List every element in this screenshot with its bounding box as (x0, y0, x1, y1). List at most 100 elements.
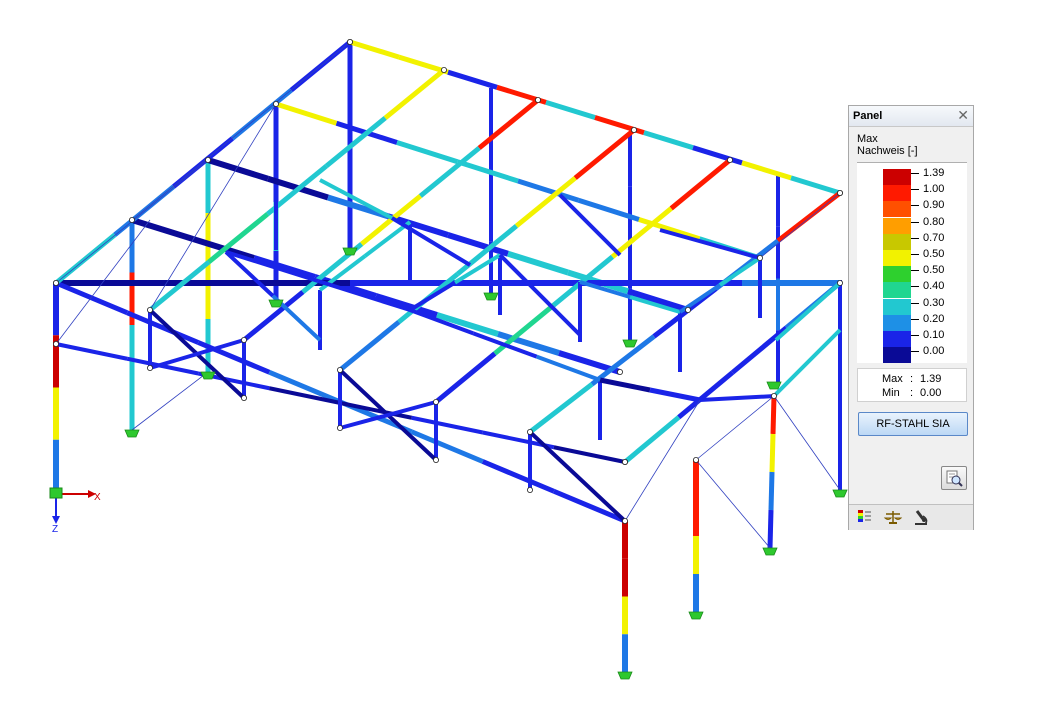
column (770, 395, 777, 435)
node (53, 340, 60, 347)
support (483, 292, 499, 301)
rafter (434, 351, 497, 404)
support (124, 429, 140, 438)
panel-titlebar[interactable]: Panel ✕ (849, 106, 973, 127)
legend-swatch (883, 250, 911, 266)
node (53, 279, 60, 286)
node (336, 424, 343, 431)
node (527, 486, 534, 493)
roof-beam (131, 217, 194, 242)
legend-tick (911, 189, 919, 191)
legend-value: 0.40 (923, 280, 945, 293)
max-label: Max (882, 373, 903, 385)
rf-stahl-sia-button[interactable]: RF-STAHL SIA (858, 412, 968, 436)
legend-swatch (883, 314, 911, 331)
roof-beam (275, 101, 338, 126)
legend-swatch (883, 331, 911, 347)
legend-swatch (883, 298, 911, 315)
truss-diagonal (390, 216, 472, 267)
legend-value: 0.90 (923, 199, 945, 212)
bracing-cable (773, 395, 841, 491)
legend-swatch (883, 233, 911, 250)
rafter (383, 68, 446, 120)
node (346, 39, 353, 46)
microscope-tab[interactable] (911, 508, 931, 526)
panel-tab-bar (849, 504, 973, 530)
truss-diagonal (408, 280, 457, 312)
truss-diagonal (774, 281, 842, 342)
truss-chord (649, 387, 701, 403)
node (432, 398, 439, 405)
legend-swatch (883, 347, 911, 364)
legend-swatch (883, 282, 911, 299)
truss-diagonal (659, 228, 761, 260)
node (272, 101, 279, 108)
axis-z-label: Z (52, 524, 58, 535)
bracing-cable (131, 371, 209, 431)
color-scale-tab[interactable] (855, 508, 875, 526)
rafter (528, 382, 594, 434)
column (768, 471, 775, 511)
node (535, 97, 542, 104)
lower-chord (553, 445, 626, 464)
legend-value: 0.30 (923, 296, 945, 309)
node (146, 306, 153, 313)
support (617, 671, 633, 680)
node (727, 156, 734, 163)
node (440, 67, 447, 74)
rafter (669, 158, 732, 211)
node (240, 336, 247, 343)
legend-tick (911, 221, 919, 223)
coordinate-axes-icon: X Z (49, 487, 101, 535)
legend-value: 0.80 (923, 215, 945, 228)
rafter (590, 334, 656, 387)
legend-tick (911, 205, 919, 207)
legend-swatch (883, 217, 911, 234)
support (766, 381, 782, 390)
legend-swatch (883, 266, 911, 283)
rafter (456, 224, 518, 276)
roof-beam (126, 310, 200, 345)
node (617, 368, 624, 375)
node (693, 456, 700, 463)
node (527, 428, 534, 435)
roof-beam (447, 69, 498, 90)
balance-icon (883, 511, 903, 524)
legend-value: 1.00 (923, 183, 945, 196)
microscope-icon (915, 510, 928, 525)
node (336, 366, 343, 373)
legend-value: 0.10 (923, 329, 945, 341)
legend-tick (911, 254, 919, 255)
zoom-magnifier-button[interactable] (941, 466, 967, 490)
bracing-cable (624, 399, 701, 522)
balance-tab[interactable] (883, 508, 903, 526)
roof-beam (207, 157, 269, 182)
rafter (477, 98, 540, 150)
legend-tick (911, 237, 919, 239)
node (622, 518, 629, 525)
legend-value: 0.00 (923, 345, 945, 358)
roof-beam (741, 160, 792, 181)
roof-beam (552, 488, 626, 524)
legend-tick (911, 302, 919, 304)
lower-chord (55, 342, 128, 361)
roof-beam (396, 140, 459, 165)
close-icon[interactable]: ✕ (957, 107, 969, 124)
support (762, 547, 778, 556)
truss-diagonal (528, 430, 627, 523)
legend-tick (911, 335, 919, 336)
results-panel: Panel ✕ Max Nachweis [-] 1.39 1.00 0.90 0.8… (848, 105, 974, 530)
axis-x-label: X (94, 492, 101, 503)
truss-chord (699, 394, 776, 402)
roof-beam (456, 159, 519, 184)
node (128, 216, 135, 223)
legend-value: 0.50 (923, 264, 945, 277)
frame-members (53, 39, 842, 672)
legend-value: 0.20 (923, 312, 945, 325)
min-value: 0.00 (920, 387, 942, 399)
legend-tick (911, 318, 919, 320)
legend-value: 0.70 (923, 231, 945, 244)
roof-beam (692, 145, 743, 166)
bracing-cable (695, 395, 775, 461)
support (688, 611, 704, 620)
